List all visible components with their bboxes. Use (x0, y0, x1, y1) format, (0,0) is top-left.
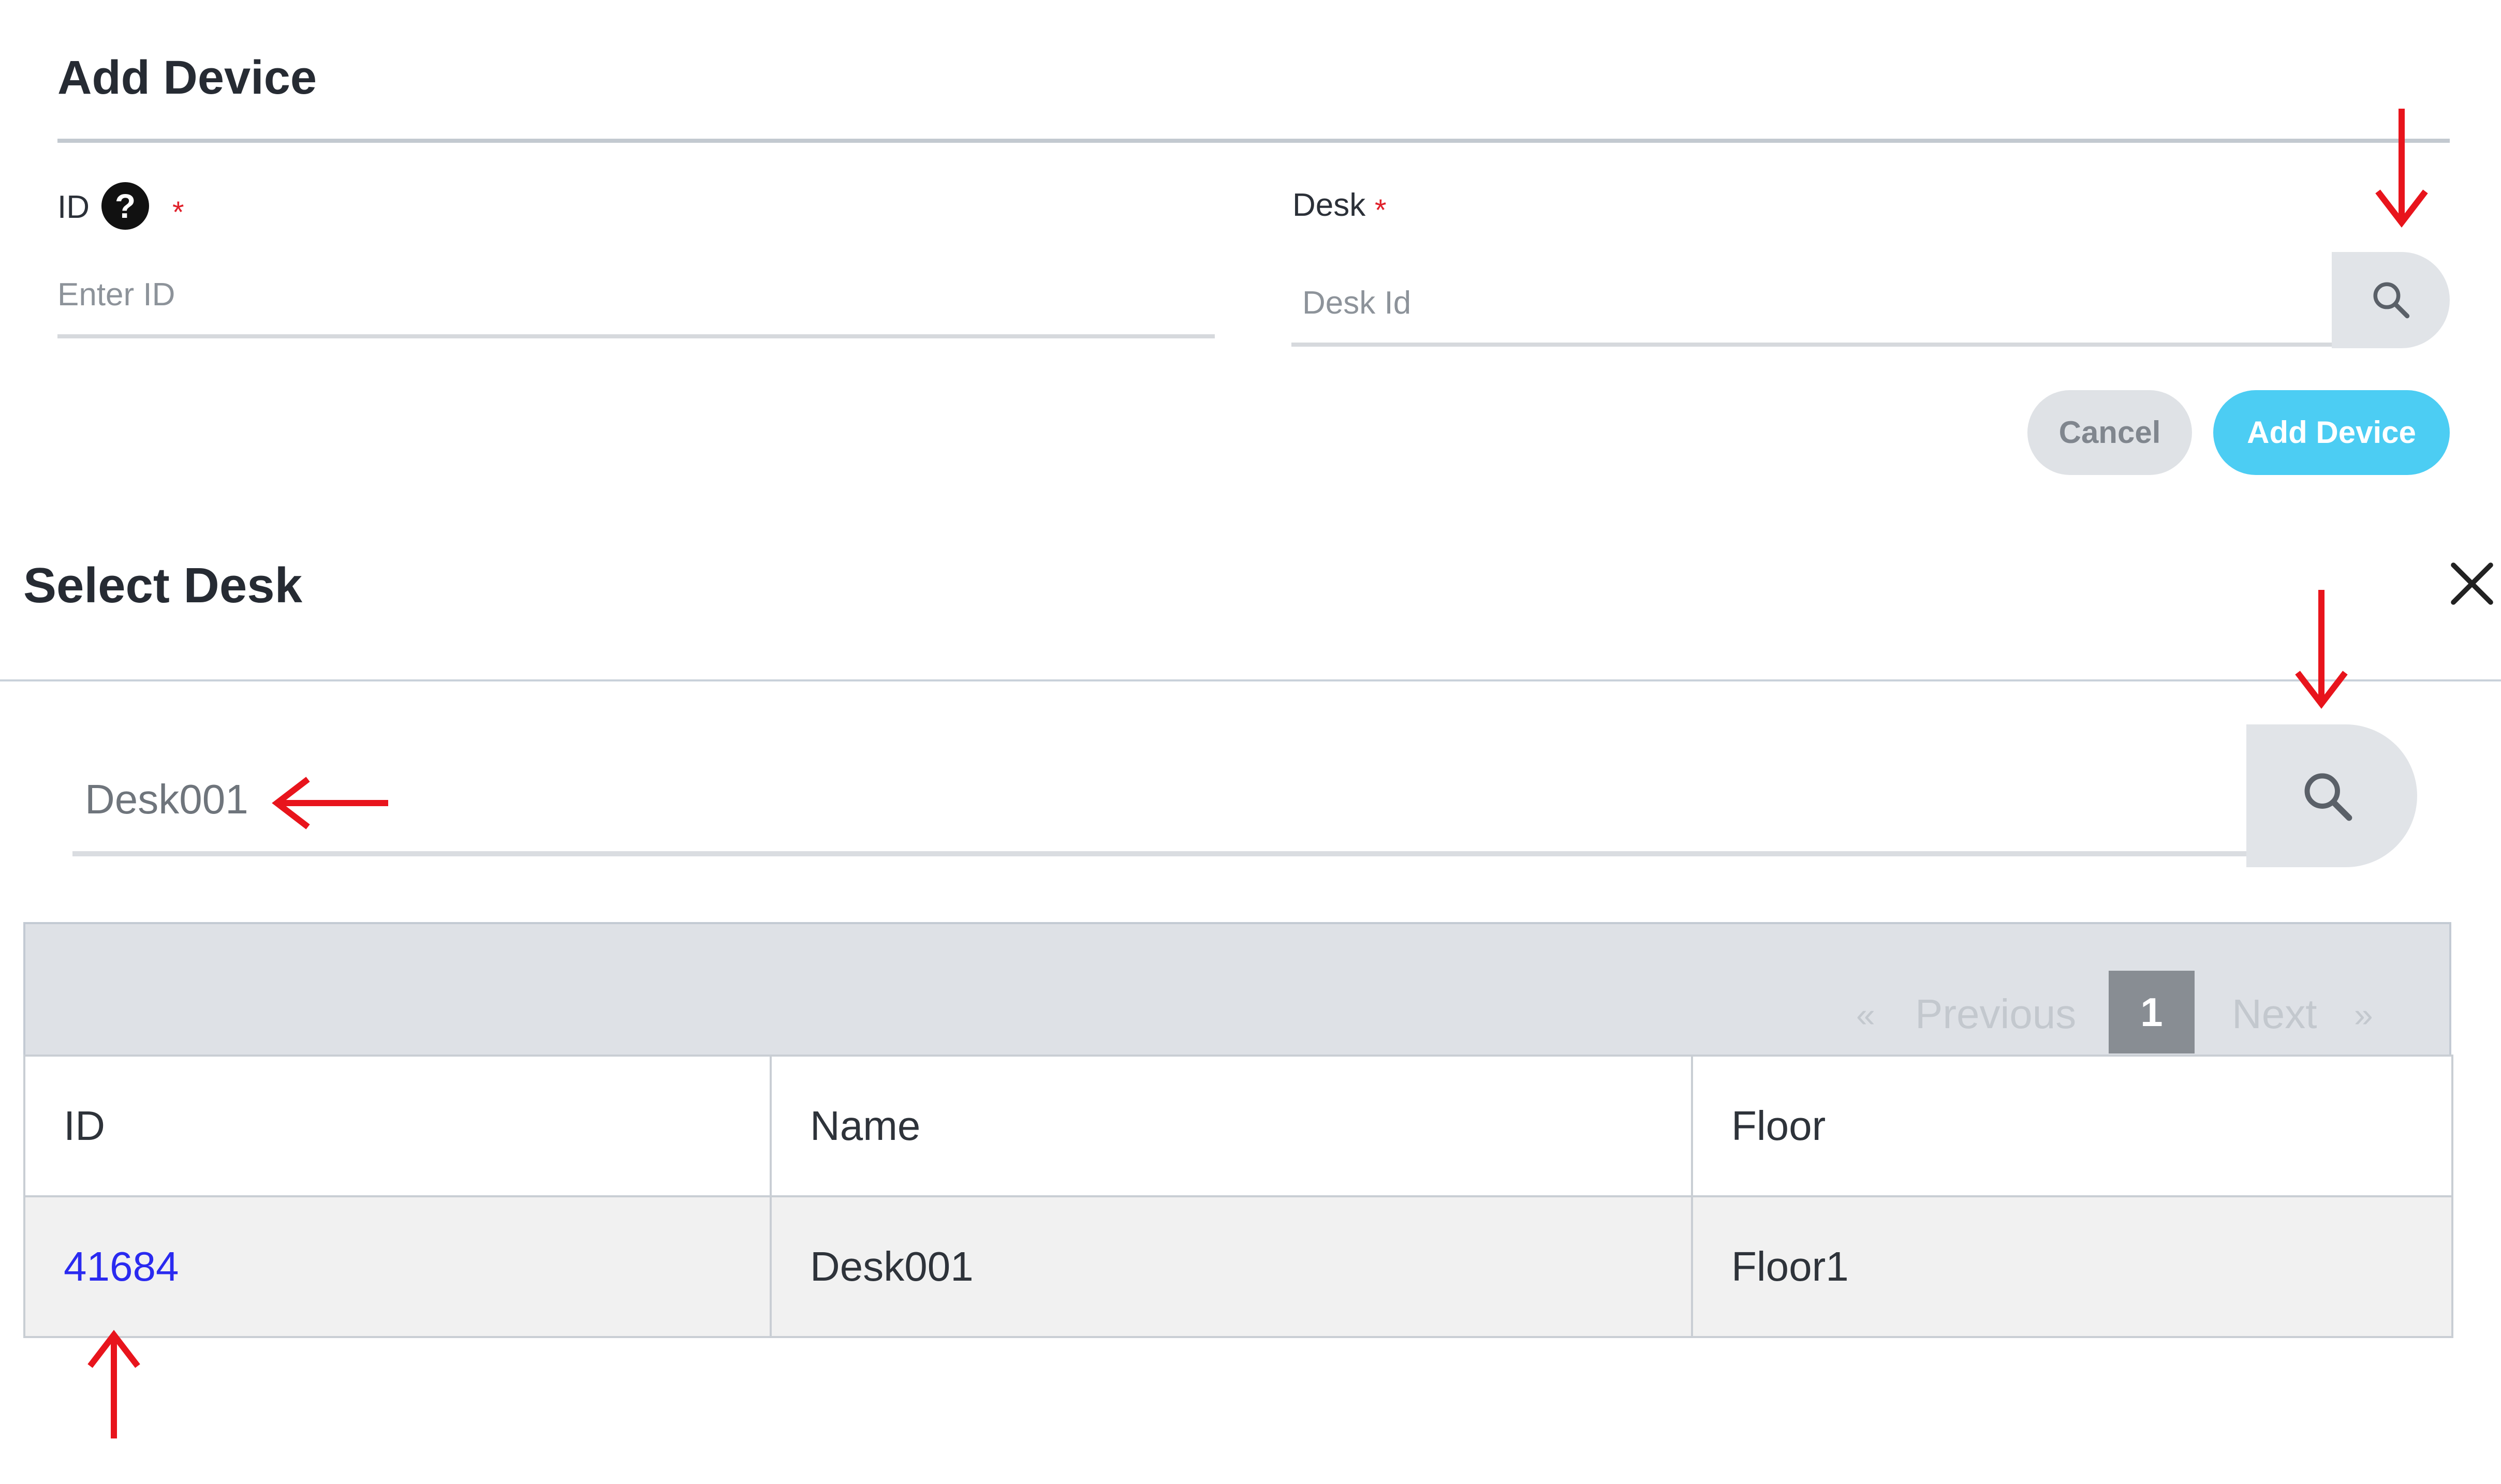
table-row[interactable]: 41684 Desk001 Floor1 (23, 1195, 2453, 1338)
add-device-title: Add Device (57, 51, 317, 104)
desk-results-table: ID Name Floor 41684 Desk001 Floor1 (23, 1055, 2453, 1338)
pagination-first[interactable]: « (1856, 998, 1875, 1032)
pagination-previous[interactable]: Previous (1915, 993, 2076, 1035)
id-input[interactable] (57, 272, 1212, 317)
desk-id-input[interactable] (1302, 279, 2306, 326)
close-icon[interactable] (2447, 559, 2497, 609)
desk-field-label: Desk (1292, 187, 1366, 223)
desk-id-link[interactable]: 41684 (64, 1243, 179, 1289)
annotation-arrow-down-icon (2295, 590, 2348, 709)
select-desk-title: Select Desk (23, 558, 303, 613)
search-icon (2304, 773, 2352, 821)
id-field-label: ID (57, 189, 90, 225)
annotation-arrow-down-icon (2375, 109, 2428, 228)
desk-search-underline (72, 851, 2246, 856)
desk-search-input[interactable] (85, 771, 2207, 828)
column-header-floor: Floor (1691, 1055, 2453, 1197)
desk-required-mark: * (1375, 194, 1387, 227)
pagination-current-page[interactable]: 1 (2109, 971, 2195, 1053)
question-circle-icon[interactable]: ? (101, 182, 149, 230)
desk-input-underline (1291, 343, 2332, 347)
desk-search-button[interactable] (2332, 252, 2450, 348)
search-icon (2373, 282, 2410, 319)
table-header-row: ID Name Floor (23, 1055, 2453, 1197)
column-header-name: Name (770, 1055, 1693, 1197)
title-divider (57, 139, 2450, 143)
id-required-mark: * (172, 196, 184, 229)
annotation-arrow-up-icon (87, 1330, 140, 1438)
table-cell-id: 41684 (23, 1195, 772, 1338)
table-cell-floor: Floor1 (1691, 1195, 2453, 1338)
id-input-underline (57, 334, 1215, 338)
add-device-button[interactable]: Add Device (2213, 390, 2450, 475)
pagination-next[interactable]: Next (2232, 993, 2317, 1035)
cancel-button[interactable]: Cancel (2027, 390, 2192, 475)
table-toolbar (23, 922, 2451, 1056)
pagination-last[interactable]: » (2354, 998, 2373, 1032)
column-header-id: ID (23, 1055, 772, 1197)
dialog-search-button[interactable] (2246, 724, 2417, 867)
dialog-header-divider (0, 679, 2501, 681)
table-cell-name: Desk001 (770, 1195, 1693, 1338)
annotation-arrow-left-icon (272, 777, 388, 829)
